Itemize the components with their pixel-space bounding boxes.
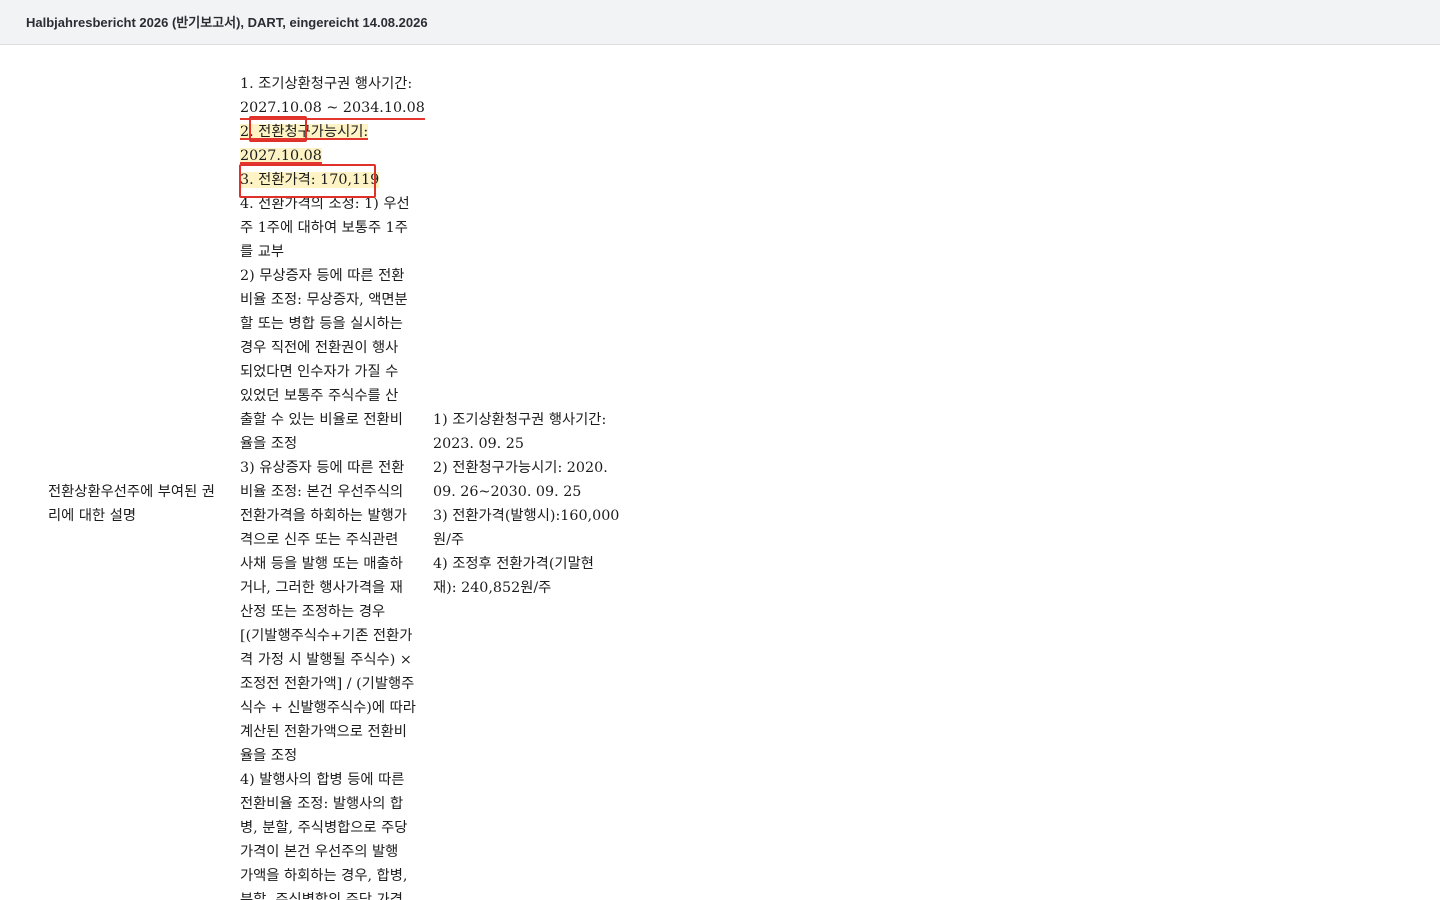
text-line: 격 가정 시 발행될 주식수) × xyxy=(240,652,412,668)
text-line: 2023. 09. 25 xyxy=(433,436,524,452)
text-line: [(기발행주식수+기존 전환가 xyxy=(240,628,413,644)
current-period-cell: 1. 조기상환청구권 행사기간: 2027.10.08 ~ 2034.10.08… xyxy=(240,72,425,900)
text-line: 거나, 그러한 행사가격을 재 xyxy=(240,580,403,596)
text-line: 4) 발행사의 합병 등에 따른 xyxy=(240,772,405,788)
text-line: 비율 조정: 무상증자, 액면분 xyxy=(240,292,408,308)
text-line: 사채 등을 발행 또는 매출하 xyxy=(240,556,403,572)
text-line: 전환비율 조정: 발행사의 합 xyxy=(240,796,404,812)
row-label-line: 리에 대한 설명 xyxy=(48,508,137,524)
text-line: 3) 전환가격(발행시):160,000 xyxy=(433,508,620,524)
report-title: Halbjahresbericht 2026 (반기보고서), DART, ei… xyxy=(26,15,428,30)
highlight-span: 2027.10.08 xyxy=(240,148,322,164)
row-label-line: 전환상환우선주에 부여된 권 xyxy=(48,484,215,500)
text-line: 조정전 전환가액] / (기발행주 xyxy=(240,676,415,692)
text-line: 율을 조정 xyxy=(240,748,298,764)
text-line: 09. 26~2030. 09. 25 xyxy=(433,484,582,500)
highlighted-line: 2027.10.08 xyxy=(240,144,425,168)
text-line: 를 교부 xyxy=(240,244,285,260)
text-line: 4. 전환가격의 조정: 1) 우선 xyxy=(240,196,410,212)
text-line: 되었다면 인수자가 가질 수 xyxy=(240,364,399,380)
text-line: 원/주 xyxy=(433,532,465,548)
text-line: 병, 분할, 주식병합으로 주당 xyxy=(240,820,408,836)
text-line: 할 또는 병합 등을 실시하는 xyxy=(240,316,403,332)
text-line: 1. 조기상환청구권 행사기간: xyxy=(240,76,413,92)
text-line: 2) 전환청구가능시기: 2020. xyxy=(433,460,608,476)
report-header: Halbjahresbericht 2026 (반기보고서), DART, ei… xyxy=(0,0,1440,45)
text-line: 분할, 주식병합의 주당 가격 xyxy=(240,892,403,900)
text-line: 식수 + 신발행주식수)에 따라 xyxy=(240,700,416,716)
text-line: 비율 조정: 본건 우선주식의 xyxy=(240,484,404,500)
text-line: 가격이 본건 우선주의 발행 xyxy=(240,844,399,860)
text-line: 주 1주에 대하여 보통주 1주 xyxy=(240,220,408,236)
document-body: 전환상환우선주에 부여된 권 리에 대한 설명 1. 조기상환청구권 행사기간:… xyxy=(0,46,1440,900)
text-line: 1) 조기상환청구권 행사기간: xyxy=(433,412,607,428)
highlight-span: 2. 전환청구가능시기: xyxy=(240,124,369,140)
highlighted-line: 2. 전환청구가능시기: xyxy=(240,120,425,144)
text-line: 4) 조정후 전환가격(기말현 xyxy=(433,556,594,572)
text-line: 전환가격을 하회하는 발행가 xyxy=(240,508,407,524)
prior-period-cell: 1) 조기상환청구권 행사기간: 2023. 09. 25 2) 전환청구가능시… xyxy=(433,408,619,600)
text-line: 격으로 신주 또는 주식관련 xyxy=(240,532,399,548)
text-line: 계산된 전환가액으로 전환비 xyxy=(240,724,407,740)
text-line: 경우 직전에 전환권이 행사 xyxy=(240,340,399,356)
text-line: 2027.10.08 ~ 2034.10.08 xyxy=(240,96,425,120)
text-line: 율을 조정 xyxy=(240,436,298,452)
text-line: 가액을 하회하는 경우, 합병, xyxy=(240,868,408,884)
text-line: 출할 수 있는 비율로 전환비 xyxy=(240,412,403,428)
text-line: 산정 또는 조정하는 경우 xyxy=(240,604,386,620)
text-line: 재): 240,852원/주 xyxy=(433,580,552,596)
text-line: 3) 유상증자 등에 따른 전환 xyxy=(240,460,405,476)
highlighted-line: 3. 전환가격: 170,119 xyxy=(240,168,425,192)
text-line: 2) 무상증자 등에 따른 전환 xyxy=(240,268,405,284)
row-label-cell: 전환상환우선주에 부여된 권 리에 대한 설명 xyxy=(48,480,215,528)
text-line: 있었던 보통주 주식수를 산 xyxy=(240,388,399,404)
highlight-span: 3. 전환가격: 170,119 xyxy=(240,172,380,188)
